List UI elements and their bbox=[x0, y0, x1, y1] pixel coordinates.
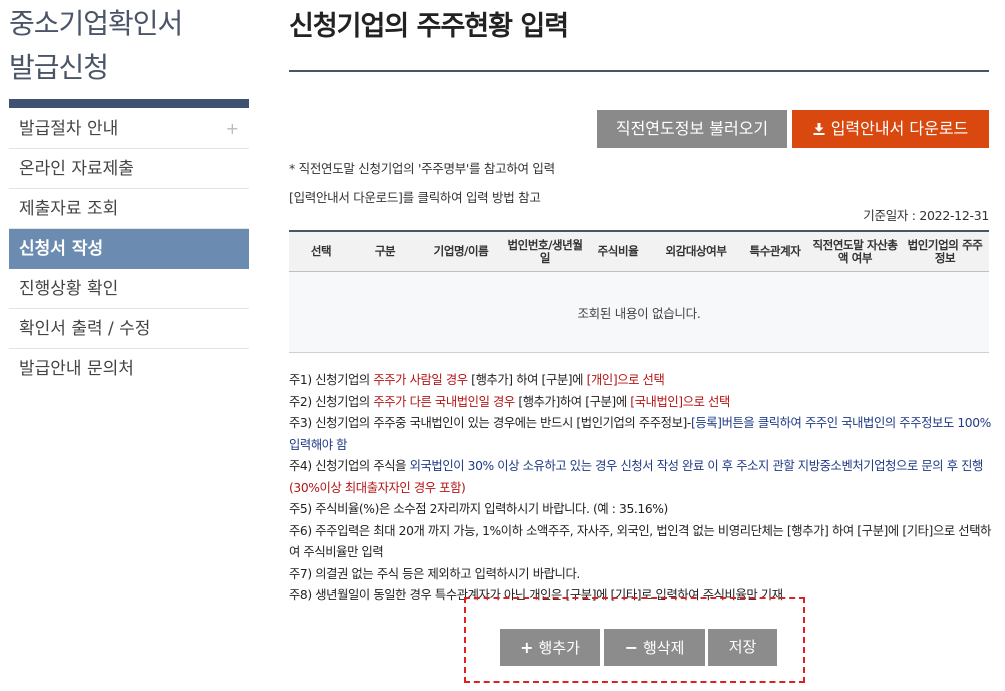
guide-reference-note: [입력안내서 다운로드]를 클릭하여 입력 방법 참고 bbox=[289, 190, 541, 205]
shareholder-table: 선택 구분 기업명/이름 법인번호/생년월일 주식비율 외감대상여부 특수관계자… bbox=[289, 230, 989, 353]
sidebar-item-progress-check[interactable]: 진행상황 확인 bbox=[9, 269, 249, 309]
download-icon bbox=[813, 123, 825, 135]
shareholder-register-note: * 직전연도말 신청기업의 '주주명부'를 참고하여 입력 bbox=[289, 161, 555, 176]
sidebar-item-label: 온라인 자료제출 bbox=[19, 159, 134, 179]
note-highlight: 외국법인이 30% 이상 소유하고 있는 경우 신청서 작성 완료 이 후 주소… bbox=[409, 459, 984, 473]
note-text: 주3) 신청기업의 주주중 국내법인이 있는 경우에는 반드시 [법인기업의 주… bbox=[289, 416, 691, 430]
minus-icon: − bbox=[624, 638, 638, 657]
note-text: [행추가] 하여 [구분]에 bbox=[467, 373, 587, 387]
delete-row-label: 행삭제 bbox=[643, 639, 685, 657]
note-highlight: [국내법인]으로 선택 bbox=[630, 394, 730, 409]
download-guide-button[interactable]: 입력안내서 다운로드 bbox=[792, 110, 989, 148]
sidebar-item-certificate-print[interactable]: 확인서 출력 / 수정 bbox=[9, 309, 249, 349]
note-4: 주4) 신청기업의 주식을 외국법인이 30% 이상 소유하고 있는 경우 신청… bbox=[289, 456, 994, 499]
note-6: 주6) 주주입력은 최대 20개 까지 가능, 1%이하 소액주주, 자사주, … bbox=[289, 523, 992, 560]
column-header-select: 선택 bbox=[289, 230, 353, 272]
expand-plus-icon[interactable]: + bbox=[226, 109, 239, 149]
note-1: 주1) 신청기업의 주주가 사람일 경우 [행추가] 하여 [구분]에 [개인]… bbox=[289, 370, 994, 392]
column-header-related-party: 특수관계자 bbox=[741, 230, 809, 272]
sidebar-item-label: 발급안내 문의처 bbox=[19, 359, 134, 379]
sidebar-item-inquiry[interactable]: 발급안내 문의처 bbox=[9, 349, 249, 389]
sidebar-divider bbox=[9, 99, 249, 108]
note-highlight: 주주가 사람일 경우 bbox=[373, 373, 468, 387]
note-highlight: [개인]으로 선택 bbox=[586, 373, 665, 387]
note-text: 주4) 신청기업의 주식을 bbox=[289, 459, 410, 473]
note-text: 주2) 신청기업의 bbox=[289, 394, 374, 409]
add-row-label: 행추가 bbox=[538, 639, 580, 657]
sidebar-item-label: 제출자료 조회 bbox=[19, 199, 119, 219]
sidebar-item-online-submission[interactable]: 온라인 자료제출 bbox=[9, 149, 249, 189]
title-divider bbox=[289, 70, 989, 72]
notes-section: 주1) 신청기업의 주주가 사람일 경우 [행추가] 하여 [구분]에 [개인]… bbox=[289, 370, 994, 607]
sidebar-item-label: 발급절차 안내 bbox=[19, 119, 119, 139]
column-header-total-assets: 직전연도말 자산총액 여부 bbox=[809, 230, 901, 272]
sidebar-item-label: 확인서 출력 / 수정 bbox=[19, 319, 151, 339]
plus-icon: + bbox=[520, 638, 534, 657]
column-header-share-ratio: 주식비율 bbox=[585, 230, 651, 272]
sidebar-title-line2: 발급신청 bbox=[9, 51, 109, 84]
sidebar-menu: 발급절차 안내 + 온라인 자료제출 제출자료 조회 신청서 작성 진행상황 확… bbox=[9, 109, 249, 389]
sidebar-title: 중소기업확인서 발급신청 bbox=[9, 2, 249, 90]
column-header-corp-shareholder-info: 법인기업의 주주정보 bbox=[901, 230, 989, 272]
sidebar-title-line1: 중소기업확인서 bbox=[9, 7, 183, 40]
sidebar-item-application-write[interactable]: 신청서 작성 bbox=[9, 229, 249, 269]
column-header-audit-target: 외감대상여부 bbox=[651, 230, 741, 272]
column-header-type: 구분 bbox=[353, 230, 417, 272]
save-button[interactable]: 저장 bbox=[708, 629, 777, 666]
table-header-row: 선택 구분 기업명/이름 법인번호/생년월일 주식비율 외감대상여부 특수관계자… bbox=[289, 230, 989, 272]
column-header-corp-number: 법인번호/생년월일 bbox=[505, 230, 585, 272]
sidebar-item-label: 진행상황 확인 bbox=[19, 279, 119, 299]
base-date: 기준일자 : 2022-12-31 bbox=[863, 208, 989, 223]
table-row: 조회된 내용이 없습니다. bbox=[289, 271, 989, 353]
note-3: 주3) 신청기업의 주주중 국내법인이 있는 경우에는 반드시 [법인기업의 주… bbox=[289, 413, 994, 456]
load-previous-year-button[interactable]: 직전연도정보 불러오기 bbox=[597, 110, 787, 148]
note-2: 주2) 신청기업의 주주가 다른 국내법인일 경우 [행추가]하여 [구분]에 … bbox=[289, 392, 994, 414]
note-text: 주1) 신청기업의 bbox=[289, 373, 374, 387]
note-text: [행추가]하여 [구분]에 bbox=[514, 394, 631, 409]
page-title: 신청기업의 주주현황 입력 bbox=[289, 11, 569, 42]
note-7: 주7) 의결권 없는 주식 등은 제외하고 입력하시기 바랍니다. bbox=[289, 566, 580, 581]
note-highlight: 주주가 다른 국내법인일 경우 bbox=[373, 394, 515, 409]
note-highlight: (30%이상 최대출자자인 경우 포함) bbox=[289, 480, 466, 495]
note-5: 주5) 주식비율(%)은 소수점 2자리까지 입력하시기 바랍니다. (예 : … bbox=[289, 502, 668, 516]
delete-row-button[interactable]: − 행삭제 bbox=[604, 629, 705, 666]
download-guide-label: 입력안내서 다운로드 bbox=[830, 119, 969, 138]
column-header-name: 기업명/이름 bbox=[417, 230, 505, 272]
empty-message: 조회된 내용이 없습니다. bbox=[289, 271, 989, 353]
sidebar-item-submission-lookup[interactable]: 제출자료 조회 bbox=[9, 189, 249, 229]
add-row-button[interactable]: + 행추가 bbox=[500, 629, 600, 666]
sidebar-item-issuance-procedure[interactable]: 발급절차 안내 + bbox=[9, 109, 249, 149]
sidebar-item-label: 신청서 작성 bbox=[19, 239, 104, 259]
